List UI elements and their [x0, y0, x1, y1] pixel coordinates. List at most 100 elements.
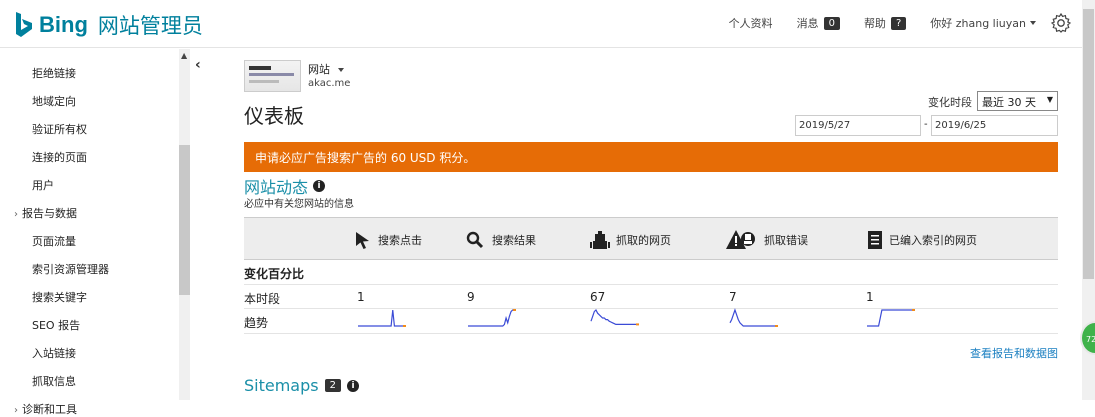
col-indexed-pages[interactable]: 已编入索引的网页	[867, 218, 977, 261]
bing-b-icon	[16, 12, 32, 37]
sidebar-item-label: 连接的页面	[32, 151, 87, 164]
sidebar-item[interactable]: 连接的页面	[32, 149, 87, 165]
site-label: 网站	[308, 63, 330, 76]
row-current-label: 本时段	[244, 292, 281, 306]
gear-icon[interactable]	[1050, 12, 1072, 34]
sidebar-item-label: 搜索关键字	[32, 291, 87, 304]
help-badge: ?	[890, 16, 907, 30]
view-report-link[interactable]: 查看报告和数据图	[970, 345, 1058, 361]
sidebar-item-label: 抓取信息	[32, 375, 76, 388]
chevron-down-icon	[337, 68, 344, 72]
sidebar-item-label: 报告与数据	[22, 207, 77, 220]
sitemaps-label: Sitemaps	[244, 376, 319, 395]
chevron-right-icon: ›	[14, 209, 18, 220]
col-label: 抓取的网页	[616, 233, 671, 247]
sidebar-group[interactable]: › 报告与数据	[14, 205, 77, 221]
document-icon	[868, 230, 882, 249]
col-crawled-pages[interactable]: 抓取的网页	[590, 218, 671, 261]
scroll-up-icon[interactable]: ▲	[181, 51, 187, 60]
user-menu[interactable]: 你好 zhang liuyan	[930, 15, 1036, 31]
date-separator: -	[924, 119, 928, 130]
site-selector[interactable]: 网站	[308, 61, 344, 77]
main-content: 网站 akac.me 仪表板 变化时段 最近 30 天 ▼ 2019/5/27 …	[244, 49, 1058, 400]
sparkline-path	[867, 309, 915, 327]
page-title: 仪表板	[244, 104, 304, 128]
sidebar-item[interactable]: 搜索关键字	[32, 289, 87, 305]
row-divider	[244, 284, 1058, 285]
sidebar-item[interactable]: 验证所有权	[32, 121, 87, 137]
help-link[interactable]: 帮助 ?	[864, 15, 907, 31]
sitemaps-title: Sitemaps 2 i	[244, 376, 359, 395]
sparkline-path	[590, 309, 639, 325]
top-bar: Bing 网站管理员 个人资料 消息 0 帮助 ? 你好 zhang liuya…	[0, 0, 1082, 48]
col-search-results[interactable]: 搜索结果	[466, 218, 536, 261]
value-crawl-errors: 7	[729, 290, 737, 304]
col-label: 已编入索引的网页	[889, 233, 977, 247]
chevron-down-icon	[1030, 21, 1036, 25]
messages-label: 消息	[796, 17, 819, 30]
page-scroll-thumb[interactable]	[1083, 9, 1094, 279]
sidebar-item[interactable]: 地域定向	[32, 93, 76, 109]
value-search-clicks: 1	[357, 290, 365, 304]
cursor-icon	[356, 231, 369, 249]
col-label: 抓取错误	[764, 233, 808, 247]
sidebar-item[interactable]: 索引资源管理器	[32, 261, 109, 277]
collapse-sidebar-icon[interactable]: ‹	[195, 57, 201, 73]
sidebar-item[interactable]: SEO 报告	[32, 317, 80, 333]
trend-sparkline-search-results	[468, 309, 516, 327]
profile-link[interactable]: 个人资料	[729, 15, 773, 31]
site-thumbnail	[244, 60, 301, 92]
sidebar-item[interactable]: 抓取信息	[32, 373, 76, 389]
col-crawl-errors[interactable]: 抓取错误	[726, 218, 808, 261]
top-nav: 个人资料 消息 0 帮助 ? 你好 zhang liuyan	[705, 12, 1072, 34]
value-search-results: 9	[467, 290, 475, 304]
date-to-input[interactable]: 2019/6/25	[931, 115, 1058, 136]
trend-sparkline-crawled-pages	[590, 309, 639, 326]
sidebar: ▲ 拒绝链接地域定向验证所有权连接的页面用户 › 报告与数据页面流量索引资源管理器搜…	[0, 49, 192, 416]
value-indexed-pages: 1	[866, 290, 874, 304]
sidebar-item-label: SEO 报告	[32, 319, 81, 332]
period-selected: 最近 30 天	[982, 96, 1036, 109]
messages-count-badge: 0	[823, 16, 840, 30]
product-name: 网站管理员	[97, 14, 203, 38]
sidebar-item-label: 诊断和工具	[22, 403, 77, 416]
sidebar-item-label: 入站链接	[32, 347, 76, 360]
magnifier-icon	[466, 231, 484, 248]
site-activity-subtitle: 必应中有关您网站的信息	[244, 199, 354, 210]
sidebar-item-label: 用户	[32, 179, 54, 192]
sidebar-item-label: 索引资源管理器	[32, 263, 109, 276]
sidebar-group[interactable]: › 诊断和工具	[14, 401, 77, 417]
sidebar-item[interactable]: 用户	[32, 177, 54, 193]
period-label: 变化时段	[928, 96, 972, 109]
sidebar-item[interactable]: 拒绝链接	[32, 65, 76, 81]
period-select[interactable]: 最近 30 天 ▼	[977, 91, 1058, 111]
sidebar-scroll-thumb[interactable]	[179, 145, 190, 295]
date-from-input[interactable]: 2019/5/27	[795, 115, 921, 136]
trend-sparkline-crawl-errors	[729, 308, 778, 327]
col-label: 搜索结果	[492, 233, 536, 247]
sidebar-item[interactable]: 入站链接	[32, 345, 76, 361]
trend-sparkline-search-clicks	[358, 309, 406, 327]
messages-link[interactable]: 消息 0	[797, 15, 840, 31]
info-icon[interactable]: i	[313, 180, 326, 192]
brand-name: Bing	[39, 12, 88, 37]
chevron-right-icon: ›	[14, 405, 18, 416]
sparkline-path	[358, 309, 406, 327]
change-pct-label: 变化百分比	[244, 267, 305, 281]
sidebar-item-label: 地域定向	[32, 95, 76, 108]
sparkline-path	[468, 309, 516, 327]
sidebar-item-label: 验证所有权	[32, 123, 87, 136]
trend-sparkline-indexed-pages	[867, 309, 915, 327]
bing-logo[interactable]: Bing 网站管理员	[14, 10, 203, 40]
sidebar-item[interactable]: 页面流量	[32, 233, 76, 249]
col-search-clicks[interactable]: 搜索点击	[354, 218, 422, 261]
row-divider	[244, 333, 1058, 334]
info-icon[interactable]: i	[346, 379, 359, 392]
dropdown-arrow-icon: ▼	[1046, 95, 1053, 104]
site-url: akac.me	[308, 78, 351, 89]
robot-icon	[590, 230, 610, 249]
sparkline-path	[729, 308, 778, 327]
promo-banner[interactable]: 申请必应广告搜索广告的 60 USD 积分。	[244, 142, 1058, 172]
sidebar-item-label: 页面流量	[32, 235, 76, 248]
row-trend-label: 趋势	[244, 316, 269, 330]
